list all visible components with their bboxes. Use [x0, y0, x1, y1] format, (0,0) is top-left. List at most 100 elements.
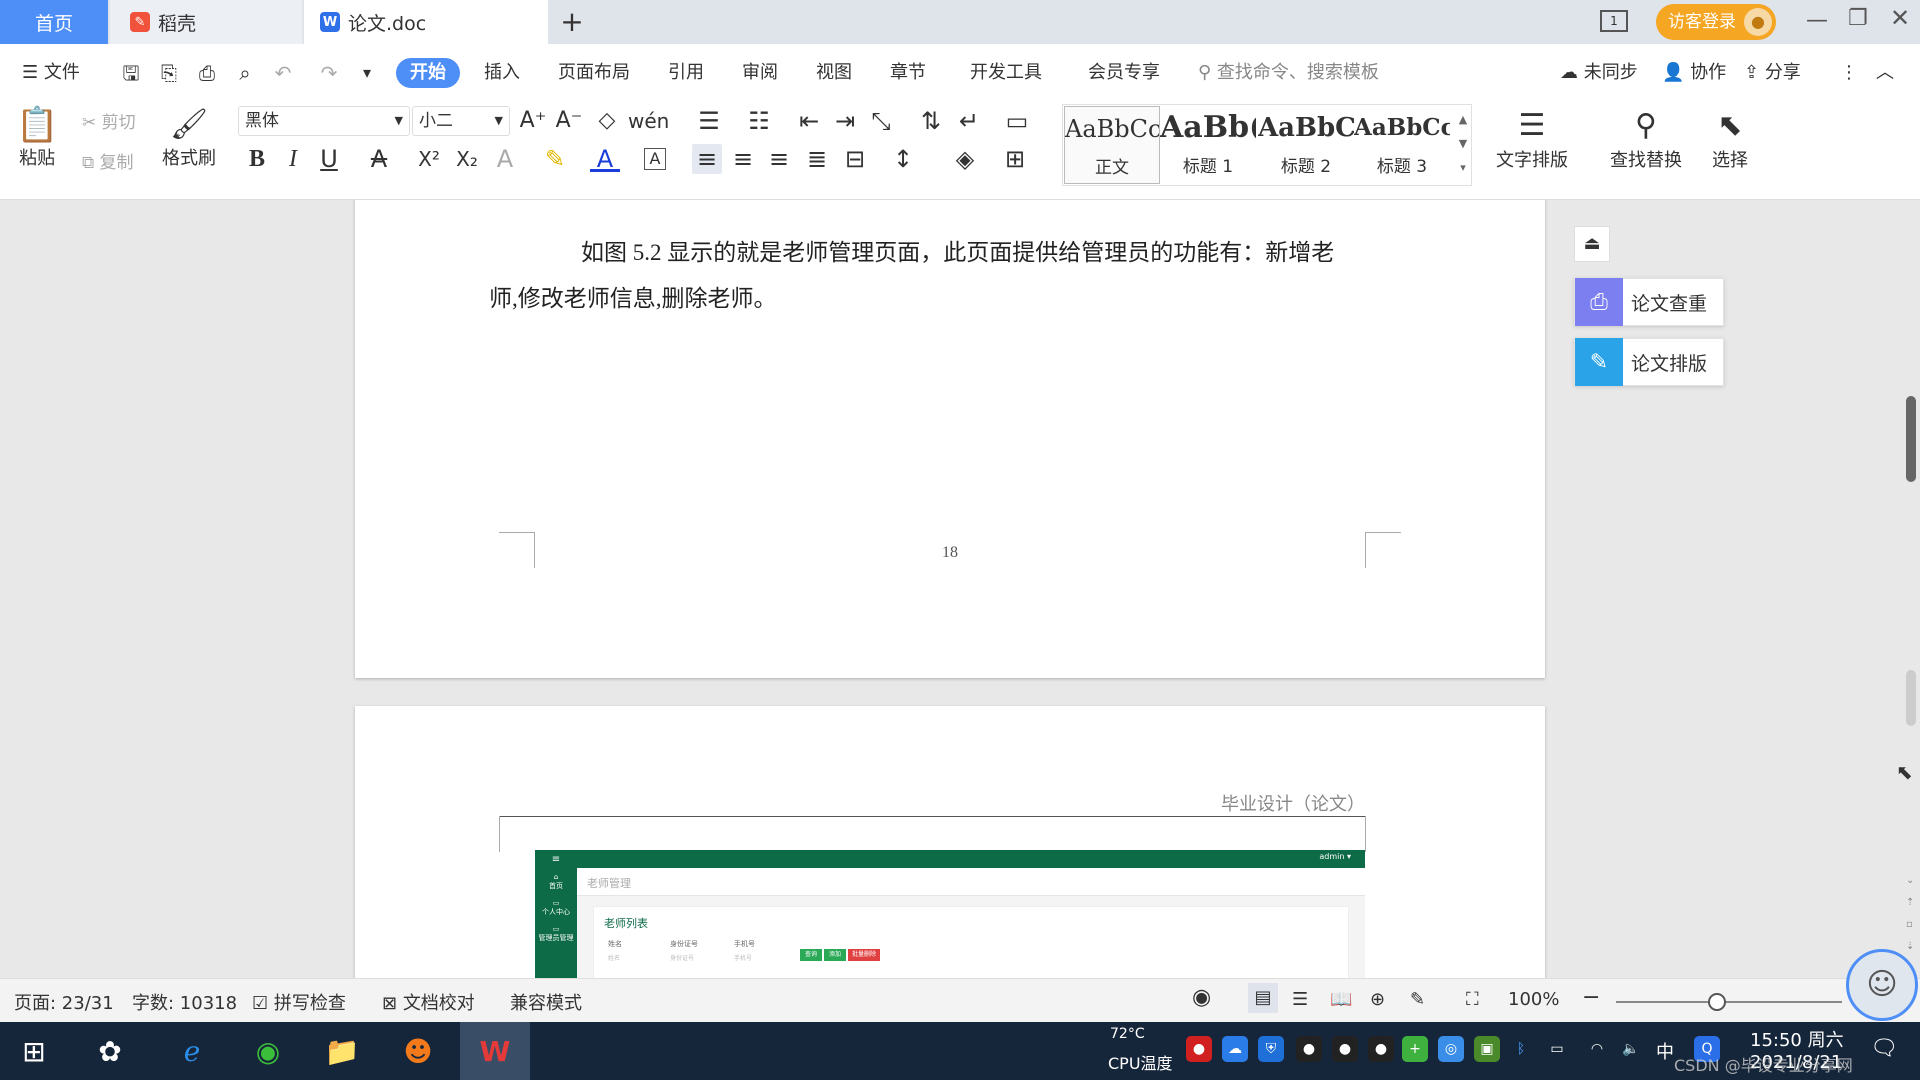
menu-start[interactable]: 开始: [396, 58, 460, 88]
font-name-select[interactable]: 黑体 ▼: [238, 106, 410, 136]
font-color-icon[interactable]: A: [590, 144, 620, 173]
collapse-ribbon-icon[interactable]: ︿: [1876, 58, 1894, 88]
qq-icon[interactable]: ●: [1296, 1036, 1322, 1062]
menu-reference[interactable]: 引用: [668, 58, 704, 88]
nvidia-icon[interactable]: ▣: [1474, 1036, 1500, 1062]
paper-layout-button[interactable]: ✎ 论文排版: [1574, 338, 1724, 386]
style-heading-2[interactable]: AaBbC 标题 2: [1258, 106, 1354, 184]
shield-icon[interactable]: ⛨: [1258, 1036, 1284, 1062]
tray-app-icon[interactable]: ●: [1186, 1036, 1212, 1062]
outline-view-icon[interactable]: ☰: [1292, 989, 1308, 1010]
redo-icon[interactable]: ↷: [314, 58, 344, 88]
notification-icon[interactable]: 🗨: [1870, 1036, 1898, 1061]
file-explorer-icon[interactable]: 📁: [310, 1022, 374, 1080]
page-nav-icons[interactable]: ⌄ ⇡ ▫ ⇣: [1906, 870, 1914, 958]
cut-button[interactable]: ✂ 剪切: [82, 108, 136, 133]
volume-icon[interactable]: 🔈: [1618, 1036, 1644, 1062]
app-icon[interactable]: ✿: [78, 1022, 142, 1080]
style-heading-3[interactable]: AaBbCcl 标题 3: [1354, 106, 1450, 184]
menu-chapter[interactable]: 章节: [890, 58, 926, 88]
sort-icon[interactable]: ⇅: [916, 106, 946, 136]
qq-icon[interactable]: ●: [1332, 1036, 1358, 1062]
ie-browser-icon[interactable]: ℯ: [160, 1022, 224, 1080]
print-icon[interactable]: ⎙: [192, 58, 222, 88]
document-workspace[interactable]: 如图 5.2 显示的就是老师管理页面，此页面提供给管理员的功能有：新增老 师,修…: [0, 200, 1920, 978]
style-gallery-scroll[interactable]: ▲ ▼ ▾: [1456, 108, 1470, 180]
wifi-icon[interactable]: ◠: [1584, 1036, 1610, 1062]
zoom-level[interactable]: 100%: [1508, 989, 1559, 1010]
shrink-font-icon[interactable]: A⁻: [554, 106, 584, 136]
pinyin-icon[interactable]: wén: [628, 106, 669, 136]
font-size-select[interactable]: 小二 ▼: [412, 106, 510, 136]
clear-format-icon[interactable]: ◇: [592, 106, 622, 136]
word-count[interactable]: 字数: 10318: [132, 989, 237, 1015]
subscript-icon[interactable]: X₂: [452, 144, 482, 174]
bullet-list-icon[interactable]: ☰: [694, 106, 724, 136]
tray-app-icon[interactable]: +: [1402, 1036, 1428, 1062]
restore-icon[interactable]: ❐: [1848, 6, 1868, 31]
document-page[interactable]: 如图 5.2 显示的就是老师管理页面，此页面提供给管理员的功能有：新增老 师,修…: [355, 200, 1545, 678]
scrollbar-thumb[interactable]: [1906, 396, 1916, 482]
print-preview-icon[interactable]: ⌕: [230, 58, 260, 88]
style-normal[interactable]: AaBbCcI 正文: [1064, 106, 1160, 184]
decrease-indent-icon[interactable]: ⇤: [794, 106, 824, 136]
menu-member[interactable]: 会员专享: [1088, 58, 1160, 88]
style-heading-1[interactable]: AaBb( 标题 1: [1160, 106, 1256, 184]
numbered-list-icon[interactable]: ☷: [744, 106, 774, 136]
text-layout-button[interactable]: ☰ 文字排版: [1496, 106, 1568, 172]
app-icon[interactable]: ☻: [386, 1022, 450, 1080]
share-button[interactable]: ⇪ 分享: [1744, 58, 1801, 88]
page-indicator[interactable]: 页面: 23/31: [14, 989, 114, 1015]
line-spacing-icon[interactable]: ↕: [888, 144, 918, 174]
login-button[interactable]: 访客登录 ●: [1656, 4, 1776, 40]
ruler-icon[interactable]: ▭: [1002, 106, 1032, 136]
tab-home[interactable]: 首页: [0, 0, 108, 44]
assistant-mascot-icon[interactable]: ☺: [1846, 949, 1918, 1021]
format-painter-button[interactable]: 🖌 格式刷: [162, 106, 216, 170]
document-page[interactable]: 毕业设计（论文） admin ▾ ≡ ⌂ 首页 ▭ 个人中心 ▭ 管理员管理 老师管理…: [355, 706, 1545, 978]
menu-review[interactable]: 审阅: [742, 58, 778, 88]
char-border-icon[interactable]: A: [644, 148, 666, 170]
zoom-slider-handle[interactable]: [1708, 993, 1726, 1011]
tab-document[interactable]: W 论文.doc: [304, 0, 548, 44]
browser-icon[interactable]: ◉: [236, 1022, 300, 1080]
shading-icon[interactable]: ◈: [950, 144, 980, 174]
spell-check-button[interactable]: ☑ 拼写检查: [252, 989, 346, 1015]
page-view-icon[interactable]: ▤: [1248, 983, 1278, 1013]
qq-icon[interactable]: ●: [1368, 1036, 1394, 1062]
wps-icon[interactable]: W: [460, 1022, 530, 1080]
bold-icon[interactable]: B: [242, 144, 272, 174]
italic-icon[interactable]: I: [278, 144, 308, 174]
output-icon[interactable]: ⎘: [154, 58, 184, 88]
clock-time[interactable]: 15:50 周六: [1750, 1026, 1844, 1052]
proofread-button[interactable]: ⊠ 文档校对: [382, 989, 475, 1015]
align-right-icon[interactable]: ≡: [764, 144, 794, 174]
sync-status[interactable]: ☁ 未同步: [1560, 58, 1638, 88]
eye-protection-icon[interactable]: ◉: [1192, 985, 1211, 1010]
paper-check-button[interactable]: ⎙ 论文查重: [1574, 278, 1724, 326]
window-layout-icon[interactable]: 1: [1600, 10, 1628, 32]
battery-icon[interactable]: ▭: [1544, 1036, 1570, 1062]
paste-button[interactable]: 📋 粘贴: [16, 106, 58, 170]
distribute-icon[interactable]: ⊟: [840, 144, 870, 174]
tray-app-icon[interactable]: ☁: [1222, 1036, 1248, 1062]
find-replace-button[interactable]: ⚲ 查找替换: [1610, 106, 1682, 172]
tab-daoke[interactable]: ✎ 稻壳: [110, 0, 302, 44]
grow-font-icon[interactable]: A⁺: [518, 106, 548, 136]
menu-page-layout[interactable]: 页面布局: [558, 58, 630, 88]
new-tab-button[interactable]: +: [554, 4, 590, 40]
collab-button[interactable]: 👤 协作: [1662, 58, 1726, 88]
vertical-scrollbar[interactable]: ⌄ ⇡ ▫ ⇣: [1904, 200, 1920, 978]
align-center-icon[interactable]: ≡: [728, 144, 758, 174]
more-dropdown-icon[interactable]: ▾: [352, 58, 382, 88]
reading-view-icon[interactable]: 📖: [1330, 989, 1352, 1010]
text-direction-icon[interactable]: ⤡: [866, 106, 896, 136]
more-icon[interactable]: ⋮: [1840, 58, 1858, 88]
save-icon[interactable]: 🖫: [116, 58, 146, 88]
line-break-icon[interactable]: ↵: [954, 106, 984, 136]
tray-app-icon[interactable]: ◎: [1438, 1036, 1464, 1062]
web-view-icon[interactable]: ⊕: [1370, 989, 1385, 1010]
menu-insert[interactable]: 插入: [484, 58, 520, 88]
scrollbar-thumb[interactable]: [1906, 670, 1916, 726]
justify-icon[interactable]: ≣: [802, 144, 832, 174]
